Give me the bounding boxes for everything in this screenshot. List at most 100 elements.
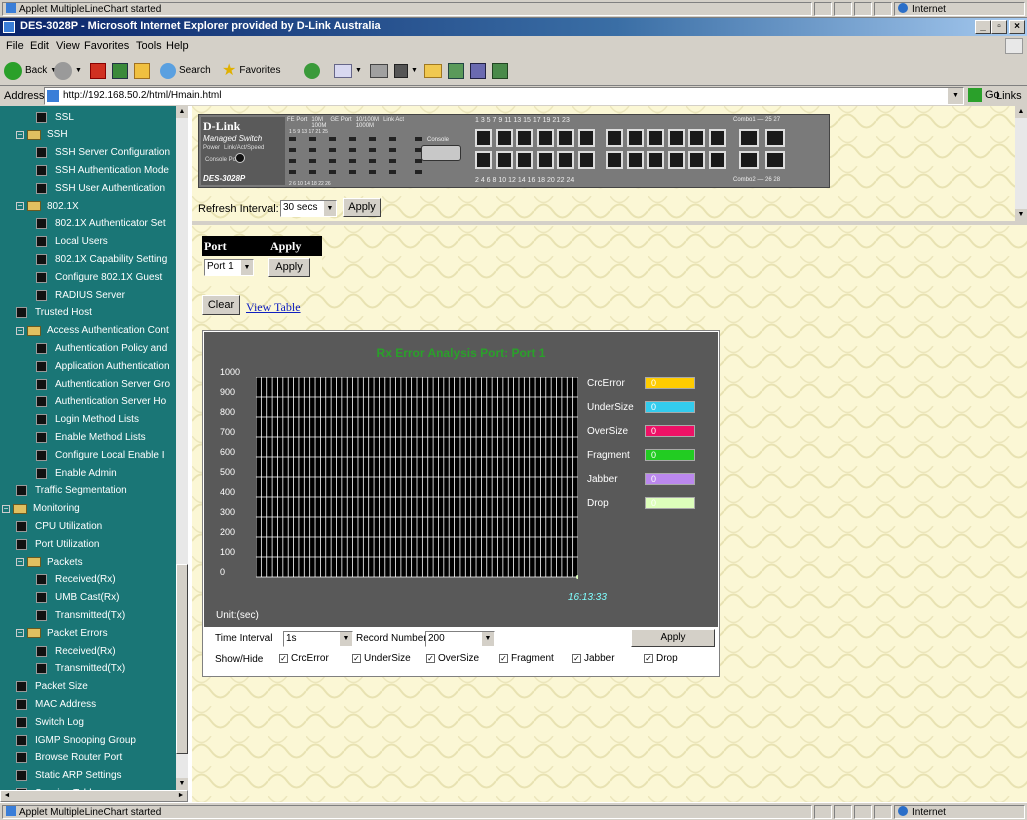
sidebar-item[interactable]: Static ARP Settings bbox=[16, 767, 122, 785]
collapse-toggle-icon[interactable]: − bbox=[16, 629, 24, 638]
chevron-down-icon[interactable]: ▼ bbox=[323, 201, 336, 216]
back-button[interactable]: Back▼ bbox=[4, 60, 57, 82]
checkbox-checked-icon[interactable]: ✓ bbox=[572, 654, 581, 663]
sidebar-item[interactable]: Application Authentication bbox=[36, 357, 170, 375]
discuss-button[interactable] bbox=[448, 60, 464, 82]
favorites-button[interactable]: ★ Favorites bbox=[222, 60, 280, 82]
menu-edit[interactable]: Edit bbox=[30, 40, 49, 52]
sidebar-item[interactable]: Login Method Lists bbox=[36, 411, 139, 429]
menu-file[interactable]: File bbox=[6, 40, 24, 52]
view-table-link[interactable]: View Table bbox=[246, 300, 301, 315]
refresh-interval-select[interactable]: 30 secs ▼ bbox=[280, 200, 337, 217]
home-button[interactable] bbox=[134, 60, 150, 82]
sidebar-item[interactable]: SSL bbox=[36, 108, 74, 126]
sidebar-item[interactable]: IGMP Snooping Group bbox=[16, 731, 136, 749]
window-title-bar[interactable]: DES-3028P - Microsoft Internet Explorer … bbox=[0, 18, 1027, 36]
links-menu[interactable]: Links bbox=[996, 90, 1022, 102]
frame-splitter[interactable] bbox=[192, 221, 1027, 225]
chart-apply-button[interactable]: Apply bbox=[631, 629, 715, 647]
sidebar-item[interactable]: Packet Size bbox=[16, 678, 88, 696]
sidebar-item[interactable]: CPU Utilization bbox=[16, 517, 102, 535]
search-button[interactable]: Search bbox=[160, 60, 211, 82]
checkbox-checked-icon[interactable]: ✓ bbox=[279, 654, 288, 663]
sidebar-item[interactable]: Browse Router Port bbox=[16, 749, 122, 767]
forward-button[interactable]: ▼ bbox=[54, 60, 82, 82]
scroll-left-arrow[interactable]: ◄ bbox=[1, 791, 13, 801]
menu-favorites[interactable]: Favorites bbox=[84, 40, 129, 52]
sidebar-item[interactable]: − Packet Errors bbox=[16, 624, 108, 642]
scroll-down-arrow[interactable]: ▼ bbox=[1015, 209, 1027, 221]
sidebar-item[interactable]: Transmitted(Tx) bbox=[36, 660, 125, 678]
close-button[interactable]: × bbox=[1009, 20, 1025, 34]
print-button[interactable] bbox=[370, 60, 388, 82]
mail-button[interactable]: ▼ bbox=[334, 60, 362, 82]
sidebar-item[interactable]: SSH Authentication Mode bbox=[36, 161, 169, 179]
series-checkbox[interactable]: ✓ OverSize bbox=[426, 653, 479, 664]
address-dropdown-arrow[interactable]: ▼ bbox=[948, 88, 963, 104]
scroll-down-arrow[interactable]: ▼ bbox=[176, 778, 188, 790]
go-button[interactable]: Go bbox=[968, 88, 1000, 102]
series-checkbox[interactable]: ✓ Drop bbox=[644, 653, 678, 664]
checkbox-checked-icon[interactable]: ✓ bbox=[352, 654, 361, 663]
checkbox-checked-icon[interactable]: ✓ bbox=[644, 654, 653, 663]
chevron-down-icon[interactable]: ▼ bbox=[339, 632, 352, 646]
history-button[interactable] bbox=[304, 60, 320, 82]
folder-button[interactable] bbox=[424, 60, 442, 82]
sidebar-item[interactable]: Authentication Policy and bbox=[36, 339, 167, 357]
sidebar-item[interactable]: Received(Rx) bbox=[36, 642, 116, 660]
edit-button[interactable]: ▼ bbox=[394, 60, 418, 82]
sidebar-item[interactable]: Transmitted(Tx) bbox=[36, 606, 125, 624]
menu-tools[interactable]: Tools bbox=[136, 40, 162, 52]
clear-button[interactable]: Clear bbox=[202, 295, 240, 315]
collapse-toggle-icon[interactable]: − bbox=[16, 558, 24, 566]
sidebar-item[interactable]: 802.1X Authenticator Set bbox=[36, 215, 166, 233]
collapse-toggle-icon[interactable]: − bbox=[16, 326, 24, 335]
sidebar-item[interactable]: Port Utilization bbox=[16, 535, 99, 553]
sidebar-item[interactable]: Received(Rx) bbox=[36, 571, 116, 589]
sidebar-horizontal-scrollbar[interactable]: ◄ ► bbox=[0, 790, 188, 802]
sidebar-vertical-scrollbar[interactable]: ▲ ▼ bbox=[176, 106, 188, 790]
sidebar-item[interactable]: Traffic Segmentation bbox=[16, 482, 127, 500]
sidebar-item[interactable]: SSH Server Configuration bbox=[36, 144, 170, 162]
scroll-up-arrow[interactable]: ▲ bbox=[1015, 106, 1027, 118]
sidebar-item[interactable]: Enable Admin bbox=[36, 464, 117, 482]
chevron-down-icon[interactable]: ▼ bbox=[481, 632, 494, 646]
record-number-select[interactable]: 200 ▼ bbox=[425, 631, 495, 647]
sidebar-item[interactable]: − Access Authentication Cont bbox=[16, 322, 169, 340]
sidebar-item[interactable]: RADIUS Server bbox=[36, 286, 125, 304]
messenger-button[interactable] bbox=[492, 60, 508, 82]
collapse-toggle-icon[interactable]: − bbox=[2, 504, 10, 513]
menu-view[interactable]: View bbox=[56, 40, 80, 52]
refresh-apply-button[interactable]: Apply bbox=[343, 198, 381, 217]
research-button[interactable] bbox=[470, 60, 486, 82]
sidebar-item[interactable]: − Monitoring bbox=[2, 500, 80, 518]
scroll-up-arrow[interactable]: ▲ bbox=[176, 106, 188, 118]
collapse-toggle-icon[interactable]: − bbox=[16, 202, 24, 210]
sidebar-item[interactable]: Switch Log bbox=[16, 713, 84, 731]
scroll-thumb[interactable] bbox=[176, 564, 188, 754]
sidebar-item[interactable]: Local Users bbox=[36, 233, 108, 251]
sidebar-item[interactable]: Authentication Server Ho bbox=[36, 393, 166, 411]
refresh-button[interactable] bbox=[112, 60, 128, 82]
sidebar-item[interactable]: Configure Local Enable I bbox=[36, 446, 165, 464]
sidebar-item[interactable]: − Packets bbox=[16, 553, 83, 571]
sidebar-item[interactable]: − 802.1X bbox=[16, 197, 79, 215]
address-input[interactable]: http://192.168.50.2/html/Hmain.html ▼ bbox=[44, 87, 964, 105]
collapse-toggle-icon[interactable]: − bbox=[16, 130, 24, 139]
sidebar-item[interactable]: − SSH bbox=[16, 126, 68, 144]
sidebar-item[interactable]: Configure 802.1X Guest bbox=[36, 268, 162, 286]
sidebar-item[interactable]: Enable Method Lists bbox=[36, 428, 146, 446]
port-select[interactable]: Port 1 ▼ bbox=[204, 259, 254, 276]
top-frame-scrollbar[interactable]: ▲ ▼ bbox=[1015, 106, 1027, 221]
sidebar-item[interactable]: SSH User Authentication bbox=[36, 179, 165, 197]
checkbox-checked-icon[interactable]: ✓ bbox=[426, 654, 435, 663]
sidebar-item[interactable]: MAC Address bbox=[16, 695, 96, 713]
port-apply-button[interactable]: Apply bbox=[268, 258, 310, 277]
time-interval-select[interactable]: 1s ▼ bbox=[283, 631, 353, 647]
series-checkbox[interactable]: ✓ Fragment bbox=[499, 653, 554, 664]
sidebar-item[interactable]: Authentication Server Gro bbox=[36, 375, 170, 393]
sidebar-item[interactable]: UMB Cast(Rx) bbox=[36, 589, 119, 607]
sidebar-item[interactable]: Trusted Host bbox=[16, 304, 92, 322]
sidebar-item[interactable]: 802.1X Capability Setting bbox=[36, 250, 167, 268]
scroll-right-arrow[interactable]: ► bbox=[175, 791, 187, 801]
